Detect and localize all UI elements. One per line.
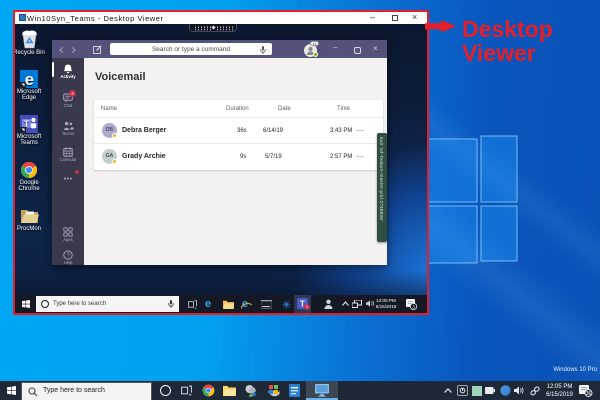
svg-text:?: ?	[66, 253, 70, 259]
svg-text:36: 36	[586, 391, 592, 397]
